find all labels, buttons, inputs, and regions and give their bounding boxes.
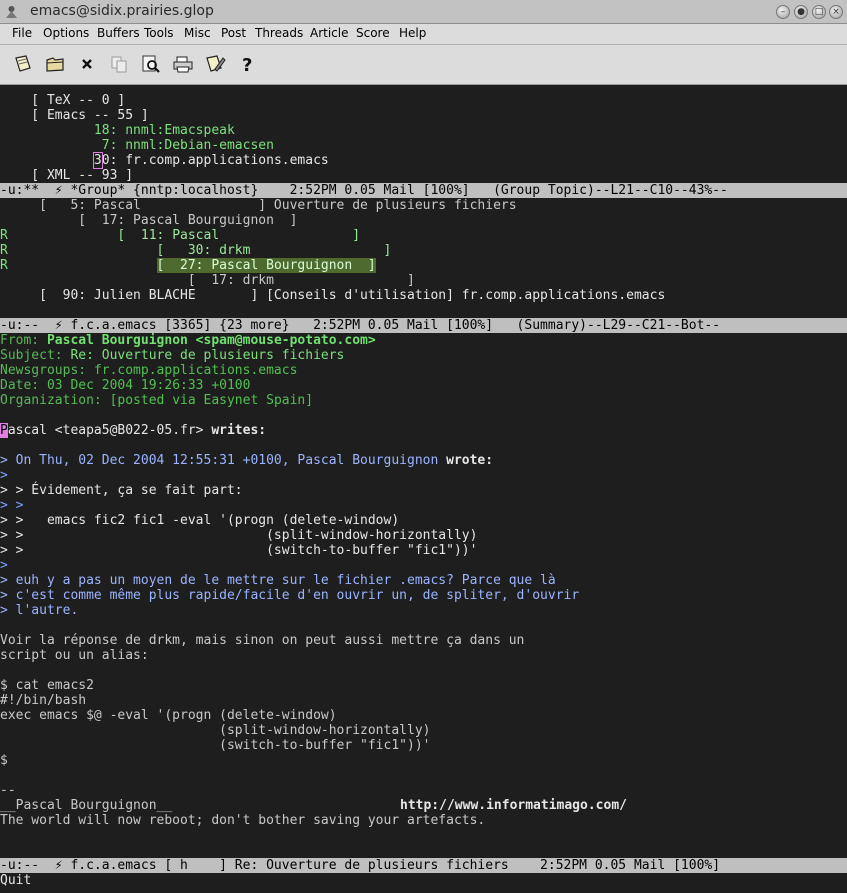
quoted-line: > > (switch-to-buffer "fic1"))' [0, 543, 478, 558]
help-icon[interactable]: ? [236, 53, 258, 75]
menu-threads[interactable]: Threads [255, 26, 303, 40]
summary-line-current[interactable]: R [ 27: Pascal Bourguignon ] [0, 258, 376, 273]
summary-mode-line[interactable]: -u:-- ⚡ f.c.a.emacs [3365] {23 more} 2:5… [0, 318, 847, 333]
edit-icon[interactable] [204, 53, 226, 75]
summary-line[interactable]: [ 17: drkm ] [0, 273, 415, 288]
read-mark: R [0, 258, 8, 273]
quoted-line: > On Thu, 02 Dec 2004 12:55:31 +0100, Pa… [0, 453, 494, 468]
quoted-line: > > Évidement, ça se fait part: [0, 483, 243, 498]
shade-button[interactable]: ● [794, 5, 808, 19]
body-line: script ou un alias: [0, 648, 149, 663]
signature-name: __Pascal Bourguignon__ [0, 798, 173, 813]
svg-text:?: ? [242, 55, 252, 75]
quoted-line: > euh y a pas un moyen de le mettre sur … [0, 573, 556, 588]
quoted-line: > [0, 558, 8, 573]
code-line: $ [0, 753, 8, 768]
topic-emacs[interactable]: [ Emacs -- 55 ] [0, 108, 148, 123]
header-date: Date: 03 Dec 2004 19:26:33 +0100 [0, 378, 251, 393]
article-mode-line[interactable]: -u:-- ⚡ f.c.a.emacs [ h ] Re: Ouverture … [0, 858, 847, 873]
menu-buffers[interactable]: Buffers [97, 26, 140, 40]
summary-line[interactable]: [ 5: Pascal ] Ouverture de plusieurs fic… [0, 198, 516, 213]
title-bar[interactable]: emacs@sidix.prairies.glop – ● □ × [0, 0, 847, 24]
menu-file[interactable]: File [12, 26, 32, 40]
code-line: #!/bin/bash [0, 693, 87, 708]
menu-help[interactable]: Help [399, 26, 426, 40]
read-mark: R [0, 228, 8, 243]
summary-line[interactable]: R [ 11: Pascal ] [0, 228, 360, 243]
tool-bar: ? [0, 45, 847, 85]
quoted-line: > > emacs fic2 fic1 -eval '(progn (delet… [0, 513, 400, 528]
summary-line[interactable]: R [ 30: drkm ] [0, 243, 391, 258]
maximize-button[interactable]: □ [812, 5, 826, 19]
point-cursor: P [0, 423, 8, 438]
menu-bar: File Options Buffers Tools Misc Post Thr… [0, 24, 847, 45]
quoted-line: > > [0, 498, 24, 513]
print-icon[interactable] [172, 53, 194, 75]
menu-article[interactable]: Article [310, 26, 349, 40]
app-icon [6, 6, 17, 18]
quoted-line: > l'autre. [0, 603, 79, 618]
minibuffer[interactable]: Quit [0, 873, 31, 888]
quoted-line: > > (split-window-horizontally) [0, 528, 478, 543]
read-mark: R [0, 243, 8, 258]
code-line: (switch-to-buffer "fic1"))' [0, 738, 431, 753]
close-icon[interactable] [76, 53, 98, 75]
menu-misc[interactable]: Misc [184, 26, 211, 40]
header-from: From: Pascal Bourguignon <spam@mouse-pot… [0, 333, 376, 348]
summary-line[interactable]: [ 90: Julien BLACHE ] [Conseils d'utilis… [0, 288, 665, 303]
folder-icon[interactable] [44, 53, 66, 75]
current-article-highlight: [ 27: Pascal Bourguignon ] [156, 258, 376, 273]
summary-line[interactable]: [ 17: Pascal Bourguignon ] [0, 213, 297, 228]
topic-xml[interactable]: [ XML -- 93 ] [0, 168, 133, 183]
attribution-line: Pascal <teapa5@B022-05.fr> writes: [0, 423, 267, 438]
close-window-button[interactable]: × [829, 5, 843, 19]
menu-tools[interactable]: Tools [144, 26, 174, 40]
copy-icon[interactable] [108, 53, 130, 75]
minimize-button[interactable]: – [776, 5, 790, 19]
code-line: $ cat emacs2 [0, 678, 94, 693]
group-line-fr-comp-applications-emacs[interactable]: 30: fr.comp.applications.emacs [0, 152, 329, 169]
signature-quote: The world will now reboot; don't bother … [0, 813, 486, 828]
text-cursor: 3 [92, 152, 103, 169]
open-icon[interactable] [12, 53, 34, 75]
signature-url[interactable]: http://www.informatimago.com/ [400, 798, 627, 813]
emacs-window: emacs@sidix.prairies.glop – ● □ × File O… [0, 0, 847, 893]
header-newsgroups: Newsgroups: fr.comp.applications.emacs [0, 363, 298, 378]
header-organization: Organization: [posted via Easynet Spain] [0, 393, 314, 408]
code-line: exec emacs $@ -eval '(progn (delete-wind… [0, 708, 337, 723]
group-mode-line[interactable]: -u:** ⚡ *Group* {nntp:localhost} 2:52PM … [0, 183, 847, 198]
window-title: emacs@sidix.prairies.glop [30, 3, 214, 19]
topic-tex[interactable]: [ TeX -- 0 ] [0, 93, 125, 108]
quoted-line: > c'est comme même plus rapide/facile d'… [0, 588, 580, 603]
code-line: (split-window-horizontally) [0, 723, 431, 738]
quoted-line: > [0, 468, 8, 483]
header-subject: Subject: Re: Ouverture de plusieurs fich… [0, 348, 345, 363]
group-line-emacspeak[interactable]: 18: nnml:Emacspeak [0, 123, 235, 138]
group-line-debian-emacsen[interactable]: 7: nnml:Debian-emacsen [0, 138, 274, 153]
signature-separator: -- [0, 783, 16, 798]
menu-post[interactable]: Post [221, 26, 246, 40]
menu-options[interactable]: Options [43, 26, 89, 40]
menu-score[interactable]: Score [356, 26, 390, 40]
body-line: Voir la réponse de drkm, mais sinon on p… [0, 633, 525, 648]
search-icon[interactable] [140, 53, 162, 75]
